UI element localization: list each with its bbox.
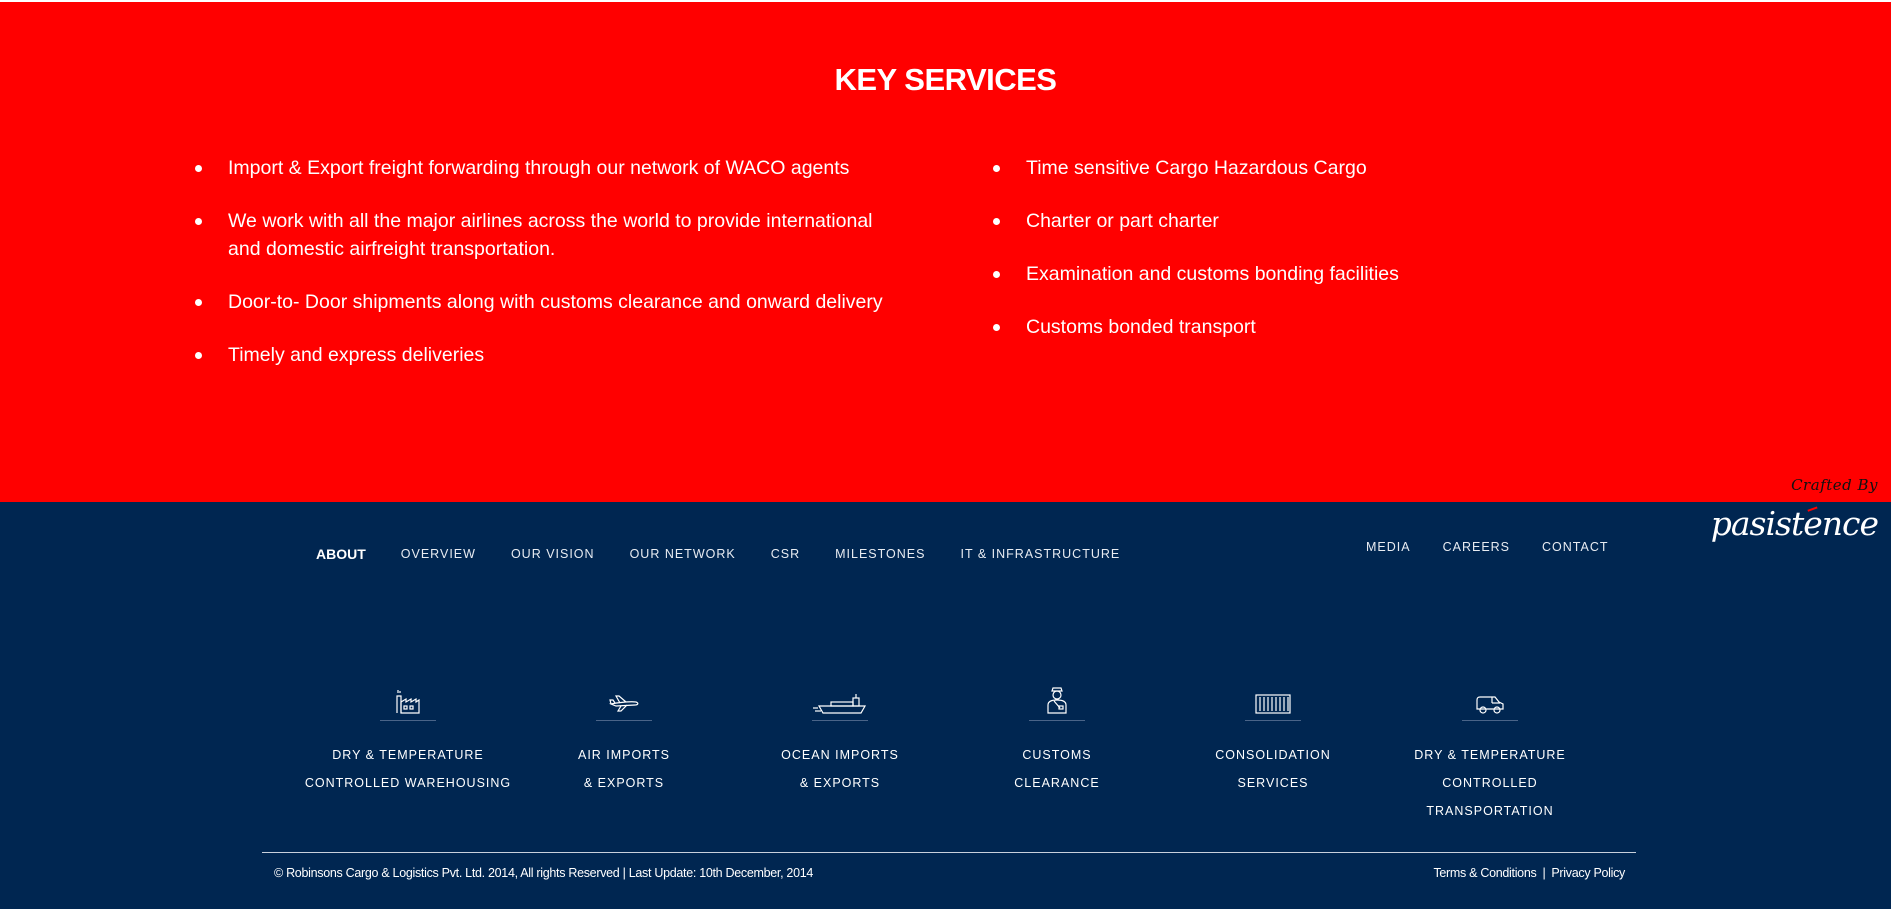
legal-separator: | [1542,866,1546,880]
service-ocean[interactable]: OCEAN IMPORTS & EXPORTS [730,682,950,797]
nav-link-milestones[interactable]: MILESTONES [835,547,925,561]
service-air[interactable]: AIR IMPORTS & EXPORTS [514,682,734,797]
nav-link-overview[interactable]: OVERVIEW [401,547,476,561]
crafted-by-brand-logo: pasistence [1710,504,1879,543]
copyright-text: © Robinsons Cargo & Logistics Pvt. Ltd. … [274,866,814,880]
airplane-icon [514,682,734,714]
nav-link-about[interactable]: ABOUT [316,546,366,562]
service-label-line2: & EXPORTS [583,776,665,790]
service-label-line1: OCEAN IMPORTS [781,748,899,762]
service-label-line1: AIR IMPORTS [577,748,671,762]
key-services-left-list: Import & Export freight forwarding throu… [195,154,895,394]
list-item: Timely and express deliveries [195,341,895,369]
footer-nav-secondary: MEDIA CAREERS CONTACT [1366,540,1641,554]
terms-link[interactable]: Terms & Conditions [1433,866,1536,880]
service-label-line2: SERVICES [1237,776,1309,790]
site-footer: ABOUT OVERVIEW OUR VISION OUR NETWORK CS… [0,502,1891,909]
crafted-by-badge[interactable]: Crafted By pasistence [1711,476,1882,560]
truck-icon [1380,682,1600,714]
service-warehousing[interactable]: DRY & TEMPERATURE CONTROLLED WAREHOUSING [298,682,518,797]
list-item: We work with all the major airlines acro… [195,207,895,263]
nav-link-media[interactable]: MEDIA [1366,540,1411,554]
list-item: Charter or part charter [993,207,1553,235]
key-services-title: KEY SERVICES [834,62,1057,97]
legal-links: Terms & Conditions | Privacy Policy [1433,866,1625,880]
nav-link-contact[interactable]: CONTACT [1542,540,1609,554]
warehouse-icon [298,682,518,714]
service-label-line1: CUSTOMS [1022,748,1092,762]
list-item: Door-to- Door shipments along with custo… [195,288,895,316]
customs-officer-icon [947,682,1167,714]
nav-link-careers[interactable]: CAREERS [1443,540,1510,554]
service-label-line1: CONSOLIDATION [1215,748,1331,762]
list-item: Examination and customs bonding faciliti… [993,260,1553,288]
service-consolidation[interactable]: CONSOLIDATION SERVICES [1163,682,1383,797]
nav-link-our-network[interactable]: OUR NETWORK [630,547,736,561]
service-label-line2: CONTROLLED WAREHOUSING [304,776,512,790]
ship-icon [730,682,950,714]
footer-divider [262,852,1636,853]
crafted-by-label: Crafted By [1791,476,1878,494]
key-services-right-list: Time sensitive Cargo Hazardous Cargo Cha… [993,154,1553,366]
service-transportation[interactable]: DRY & TEMPERATURE CONTROLLED TRANSPORTATI… [1380,682,1600,825]
list-item: Customs bonded transport [993,313,1553,341]
service-label-line2: CLEARANCE [1014,776,1100,790]
key-services-section: KEY SERVICES Import & Export freight for… [0,2,1891,502]
service-label-line2: & EXPORTS [799,776,881,790]
service-label-line1: DRY & TEMPERATURE [1414,748,1566,762]
footer-nav-about: ABOUT OVERVIEW OUR VISION OUR NETWORK CS… [316,546,1155,562]
service-label-line2: CONTROLLED TRANSPORTATION [1426,776,1554,818]
list-item: Import & Export freight forwarding throu… [195,154,895,182]
service-label-line1: DRY & TEMPERATURE [332,748,484,762]
nav-link-it-infrastructure[interactable]: IT & INFRASTRUCTURE [960,547,1120,561]
services-row: DRY & TEMPERATURE CONTROLLED WAREHOUSING … [0,682,1891,818]
list-item: Time sensitive Cargo Hazardous Cargo [993,154,1553,182]
service-customs[interactable]: CUSTOMS CLEARANCE [947,682,1167,797]
privacy-link[interactable]: Privacy Policy [1551,866,1625,880]
nav-link-our-vision[interactable]: OUR VISION [511,547,595,561]
nav-link-csr[interactable]: CSR [771,547,800,561]
container-icon [1163,682,1383,714]
